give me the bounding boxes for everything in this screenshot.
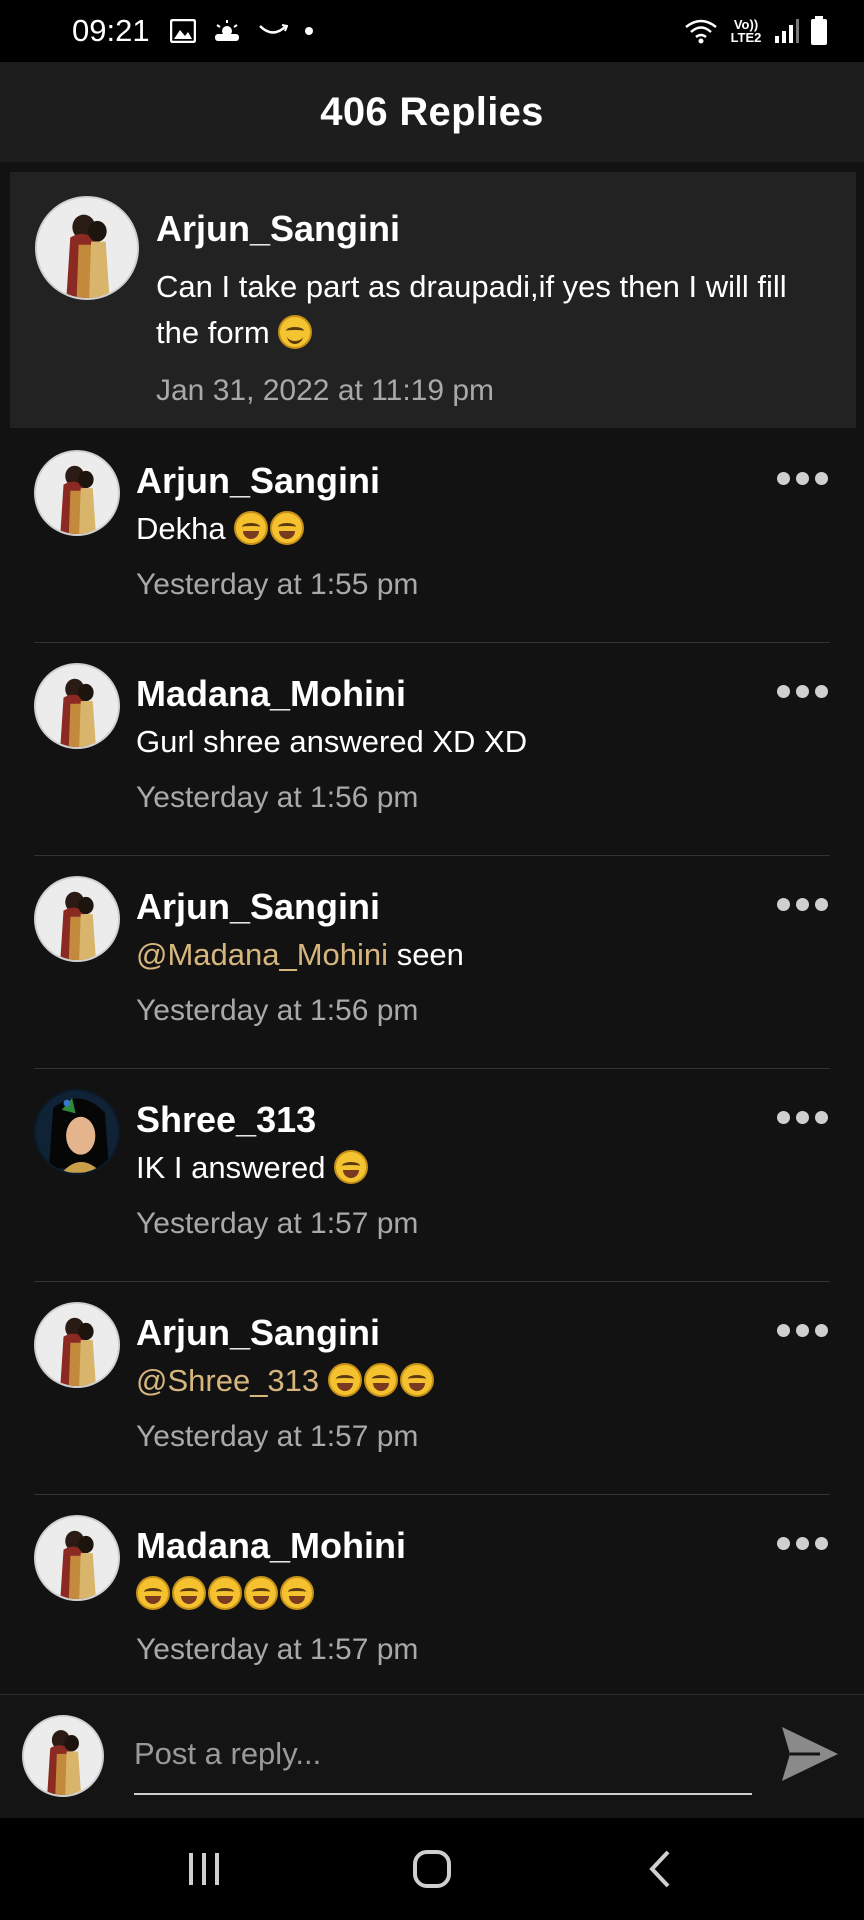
reply-author[interactable]: Shree_313 [136,1099,316,1141]
comment-author[interactable]: Arjun_Sangini [156,208,400,250]
reply-text: IK I answered [136,1145,370,1191]
avatar[interactable] [35,196,139,300]
reply-text: Dekha [136,506,306,552]
network-label: Vo)) LTE2 [730,17,762,45]
avatar[interactable] [34,450,120,536]
avatar-image [36,1091,118,1173]
avatar-image [36,665,118,747]
more-icon[interactable] [771,1318,834,1343]
more-icon[interactable] [771,466,834,491]
header: 406 Replies [0,62,864,162]
reply-text [136,1571,316,1617]
more-icon[interactable] [771,679,834,704]
recents-icon [189,1853,219,1885]
reply-author[interactable]: Arjun_Sangini [136,460,380,502]
more-icon[interactable] [771,892,834,917]
smile-icon [258,24,288,34]
reply-item: Madana_Mohini Yesterday at 1:57 pm [0,1495,864,1694]
send-icon[interactable] [780,1725,840,1783]
notification-dot-icon [304,27,313,35]
avatar[interactable] [34,663,120,749]
back-button[interactable] [615,1834,705,1904]
reply-time: Yesterday at 1:56 pm [136,994,419,1027]
mention-link[interactable]: @Shree_313 [136,1363,319,1398]
recents-button[interactable] [159,1834,249,1904]
avatar-image [36,452,118,534]
avatar[interactable] [34,1515,120,1601]
avatar-image [36,878,118,960]
status-icons-left [169,19,314,43]
smiling-emoji-icon [278,315,313,349]
reply-input[interactable] [134,1715,752,1795]
reply-item: Arjun_Sangini @Madana_Mohini seen Yester… [0,856,864,1069]
navigation-bar [0,1818,864,1920]
more-icon[interactable] [771,1531,834,1556]
laughing-emoji-icon [399,1363,434,1397]
status-icons-right: Vo)) LTE2 [684,16,828,46]
gallery-icon [169,19,196,43]
reply-text: @Madana_Mohini seen [136,937,464,972]
reply-item: Shree_313 IK I answered Yesterday at 1:5… [0,1069,864,1282]
avatar-image [37,198,137,298]
laughing-emoji-icon [234,511,269,545]
back-icon [649,1850,670,1888]
reply-author[interactable]: Madana_Mohini [136,1525,406,1567]
laughing-emoji-icon [270,511,305,545]
reply-item: Arjun_Sangini Dekha Yesterday at 1:55 pm [0,430,864,643]
status-bar: 09:21 Vo)) LTE2 [0,0,864,62]
home-icon [413,1850,451,1888]
status-time: 09:21 [72,13,150,48]
laughing-emoji-icon [363,1363,398,1397]
avatar-image [36,1517,118,1599]
reply-time: Yesterday at 1:57 pm [136,1633,419,1666]
grinning-emoji-icon [334,1150,369,1184]
reply-time: Yesterday at 1:57 pm [136,1207,419,1240]
signal-icon [775,19,799,43]
reply-author[interactable]: Arjun_Sangini [136,886,380,928]
laughing-emoji-icon [280,1576,314,1610]
avatar[interactable] [34,1089,120,1175]
reply-item: Arjun_Sangini @Shree_313 Yesterday at 1:… [0,1282,864,1495]
page-title: 406 Replies [320,89,544,134]
comment-time: Jan 31, 2022 at 11:19 pm [156,374,495,407]
weather-icon [214,20,239,41]
laughing-emoji-icon [136,1576,170,1610]
more-icon[interactable] [771,1105,834,1130]
mention-link[interactable]: @Madana_Mohini [136,937,388,972]
laughing-emoji-icon [327,1363,362,1397]
reply-time: Yesterday at 1:57 pm [136,1420,419,1453]
avatar-image [36,1304,118,1386]
reply-author[interactable]: Madana_Mohini [136,673,406,715]
comment-text: Can I take part as draupadi,if yes then … [156,269,787,350]
home-button[interactable] [387,1834,477,1904]
wifi-icon [685,19,717,44]
laughing-emoji-icon [208,1576,242,1610]
reply-author[interactable]: Arjun_Sangini [136,1312,380,1354]
reply-text: Gurl shree answered XD XD [136,724,528,759]
laughing-emoji-icon [244,1576,278,1610]
avatar-image [24,1717,102,1795]
reply-time: Yesterday at 1:55 pm [136,568,419,601]
reply-composer [0,1694,864,1818]
battery-icon [811,16,827,45]
avatar[interactable] [34,876,120,962]
laughing-emoji-icon [172,1576,206,1610]
reply-item: Madana_Mohini Gurl shree answered XD XD … [0,643,864,856]
parent-comment: Arjun_Sangini Can I take part as draupad… [10,172,856,428]
reply-time: Yesterday at 1:56 pm [136,781,419,814]
avatar [22,1715,104,1797]
reply-text: @Shree_313 [136,1358,436,1404]
avatar[interactable] [34,1302,120,1388]
